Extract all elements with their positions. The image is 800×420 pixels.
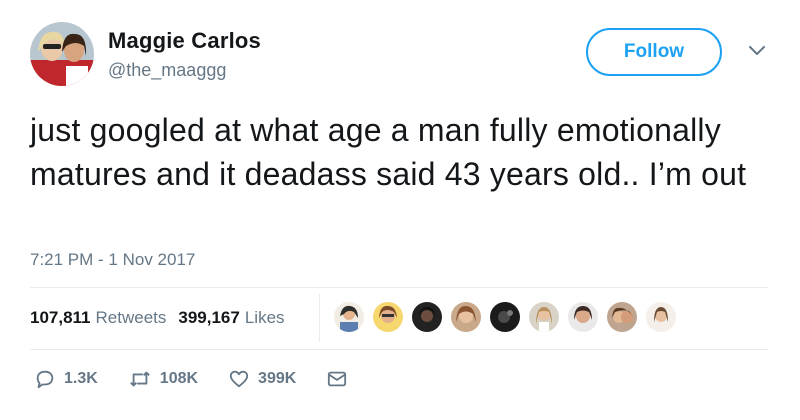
tweet-text: just googled at what age a man fully emo… <box>30 112 747 192</box>
retweets-label[interactable]: Retweets <box>96 308 167 328</box>
envelope-icon <box>328 371 347 387</box>
direct-message-button[interactable] <box>326 369 348 389</box>
stats-separator <box>319 294 320 342</box>
likes-count[interactable]: 399,167 <box>178 308 239 328</box>
tweet-timestamp[interactable]: 7:21 PM - 1 Nov 2017 <box>30 250 195 270</box>
liker-avatars <box>334 302 685 332</box>
like-count: 399K <box>258 370 297 387</box>
divider-top <box>30 287 768 288</box>
liker-avatar-icon[interactable] <box>607 302 637 332</box>
retweet-button[interactable]: 108K <box>128 368 198 390</box>
author-name[interactable]: Maggie Carlos <box>108 28 261 54</box>
liker-avatar-icon[interactable] <box>646 302 676 332</box>
likes-label[interactable]: Likes <box>245 308 285 328</box>
liker-avatar-icon[interactable] <box>373 302 403 332</box>
tweet-card: Maggie Carlos @the_maaggg Follow just go… <box>0 0 800 420</box>
reply-button[interactable]: 1.3K <box>34 368 98 390</box>
retweets-count[interactable]: 107,811 <box>30 308 91 328</box>
follow-button[interactable]: Follow <box>586 28 722 76</box>
chevron-down-icon[interactable] <box>748 44 766 58</box>
tweet-actions: 1.3K 108K 399K <box>34 368 378 390</box>
liker-avatar-icon[interactable] <box>568 302 598 332</box>
reply-icon <box>36 370 54 389</box>
divider-bottom <box>30 349 768 350</box>
liker-avatar-icon[interactable] <box>412 302 442 332</box>
profile-photo-icon <box>30 22 94 86</box>
tweet-stats: 107,811 Retweets 399,167 Likes <box>30 308 297 328</box>
author-handle[interactable]: @the_maaggg <box>108 60 226 81</box>
liker-avatar-icon[interactable] <box>490 302 520 332</box>
liker-avatar-icon[interactable] <box>451 302 481 332</box>
liker-avatar-icon[interactable] <box>529 302 559 332</box>
heart-icon <box>229 370 249 388</box>
liker-avatar-icon[interactable] <box>334 302 364 332</box>
retweet-count: 108K <box>159 370 199 387</box>
like-button[interactable]: 399K <box>228 368 296 390</box>
reply-count: 1.3K <box>64 370 98 387</box>
avatar[interactable] <box>30 22 94 86</box>
retweet-icon <box>129 371 150 387</box>
